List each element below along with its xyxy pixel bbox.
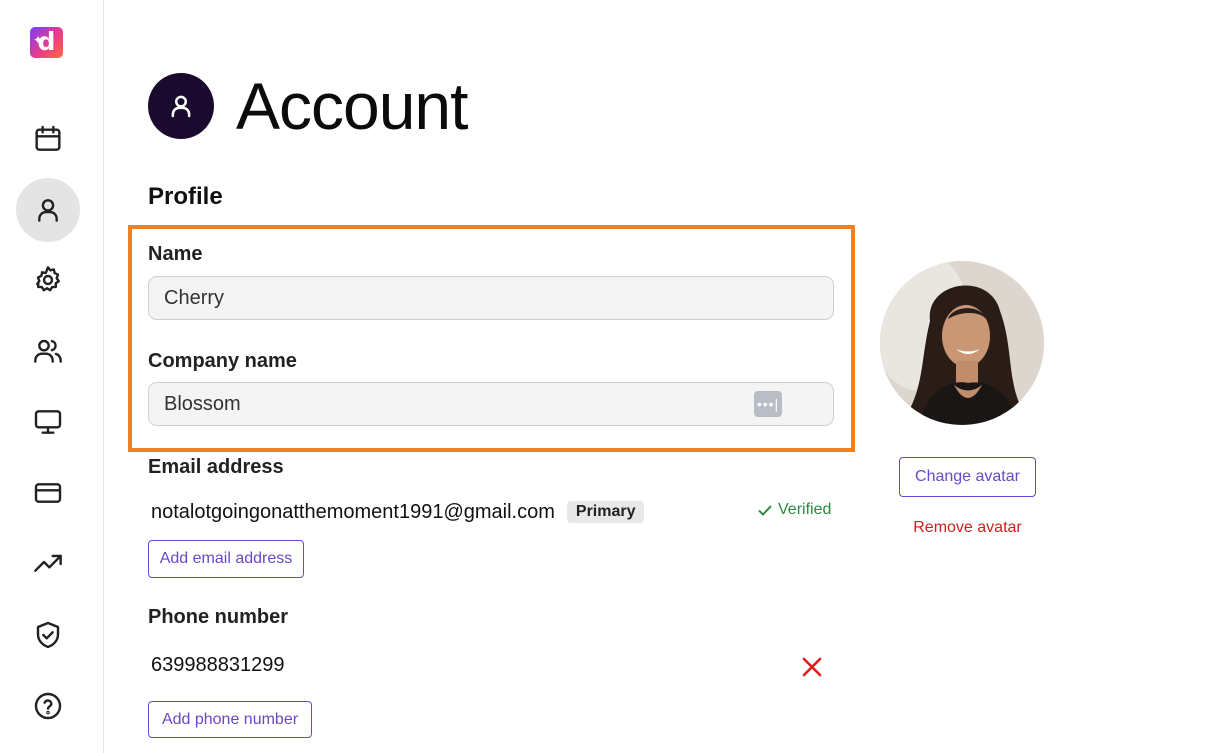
email-value: notalotgoingonatthemoment1991@gmail.com: [151, 500, 555, 523]
name-input[interactable]: Cherry: [148, 276, 834, 320]
phone-value: 639988831299: [151, 654, 285, 676]
add-phone-button[interactable]: Add phone number: [148, 701, 312, 738]
gear-icon: [36, 266, 60, 292]
primary-badge: Primary: [566, 501, 645, 523]
email-label: Email address: [148, 456, 284, 478]
sidebar-item-security[interactable]: [16, 603, 80, 667]
credit-card-icon: [34, 483, 62, 503]
user-icon: [171, 95, 191, 118]
sidebar-item-analytics[interactable]: [16, 532, 80, 596]
company-name-value: Blossom: [164, 392, 241, 415]
check-icon: [758, 505, 772, 516]
profile-photo: [880, 261, 1044, 425]
sidebar-item-team[interactable]: [16, 319, 80, 383]
sparkle-icon: ✦: [33, 33, 44, 47]
password-manager-icon[interactable]: •••|: [754, 391, 782, 417]
user-icon: [38, 199, 58, 222]
shield-check-icon: [36, 621, 60, 649]
add-email-button[interactable]: Add email address: [148, 540, 304, 578]
verified-label: Verified: [778, 501, 832, 518]
name-label: Name: [148, 243, 203, 265]
help-circle-icon: [34, 692, 62, 720]
sidebar: ✦ d: [0, 0, 104, 753]
users-icon: [34, 339, 62, 363]
trending-up-icon: [34, 554, 62, 572]
company-name-input[interactable]: Blossom •••|: [148, 382, 834, 426]
sidebar-item-help[interactable]: [16, 674, 80, 738]
company-name-label: Company name: [148, 350, 297, 372]
account-header-icon: [148, 73, 214, 139]
remove-avatar-link[interactable]: Remove avatar: [880, 519, 1055, 537]
sidebar-item-billing[interactable]: [16, 461, 80, 525]
sidebar-item-calendar[interactable]: [16, 107, 80, 171]
change-avatar-button[interactable]: Change avatar: [899, 457, 1036, 497]
close-icon[interactable]: [801, 656, 823, 678]
monitor-icon: [34, 410, 62, 434]
page-title: Account: [236, 69, 468, 143]
calendar-icon: [35, 125, 61, 151]
verified-status: Verified: [757, 501, 831, 519]
sidebar-item-settings[interactable]: [16, 248, 80, 312]
section-title-profile: Profile: [148, 183, 223, 210]
sidebar-item-display[interactable]: [16, 390, 80, 454]
phone-label: Phone number: [148, 606, 289, 628]
email-row: notalotgoingonatthemoment1991@gmail.com …: [151, 498, 841, 526]
sidebar-item-account[interactable]: [16, 178, 80, 242]
app-logo[interactable]: ✦ d: [30, 27, 63, 58]
name-value: Cherry: [164, 286, 225, 309]
